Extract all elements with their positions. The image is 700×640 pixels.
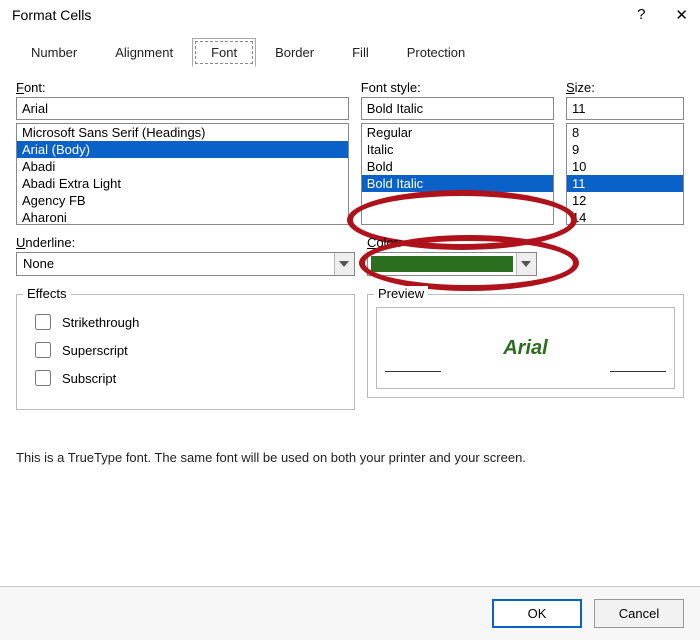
close-button[interactable]: ✕ <box>675 6 688 24</box>
tab-protection[interactable]: Protection <box>388 38 485 67</box>
color-label: Color: <box>367 235 684 250</box>
underline-label: Underline: <box>16 235 355 250</box>
underline-value: None <box>17 253 334 275</box>
font-label: Font: <box>16 80 349 95</box>
superscript-checkbox[interactable] <box>35 342 51 358</box>
subscript-label: Subscript <box>62 371 116 386</box>
list-item[interactable]: Abadi <box>17 158 348 175</box>
superscript-label: Superscript <box>62 343 128 358</box>
strikethrough-label: Strikethrough <box>62 315 139 330</box>
subscript-checkbox[interactable] <box>35 370 51 386</box>
cancel-button[interactable]: Cancel <box>594 599 684 628</box>
tab-fill[interactable]: Fill <box>333 38 388 67</box>
font-listbox[interactable]: Microsoft Sans Serif (Headings) Arial (B… <box>16 123 349 225</box>
list-item[interactable]: 10 <box>567 158 683 175</box>
underline-group: Underline: None <box>16 235 355 276</box>
tab-number[interactable]: Number <box>12 38 96 67</box>
font-style-input[interactable] <box>361 97 554 120</box>
preview-sample-text: Arial <box>503 337 547 360</box>
size-listbox[interactable]: 8 9 10 11 12 14 <box>566 123 684 225</box>
list-item[interactable]: Aharoni <box>17 209 348 225</box>
strikethrough-checkbox[interactable] <box>35 314 51 330</box>
list-item[interactable]: Microsoft Sans Serif (Headings) <box>17 124 348 141</box>
preview-group: Preview Arial <box>367 286 684 410</box>
underline-select[interactable]: None <box>16 252 355 276</box>
button-bar: OK Cancel <box>0 586 700 640</box>
preview-legend: Preview <box>374 286 428 301</box>
tab-border[interactable]: Border <box>256 38 333 67</box>
preview-baseline <box>610 371 666 372</box>
tabs: Number Alignment Font Border Fill Protec… <box>0 28 700 67</box>
effects-group: Effects Strikethrough Superscript Subscr… <box>16 286 355 410</box>
tab-alignment[interactable]: Alignment <box>96 38 192 67</box>
list-item[interactable]: Agency FB <box>17 192 348 209</box>
ok-button[interactable]: OK <box>492 599 582 628</box>
list-item[interactable]: 11 <box>567 175 683 192</box>
list-item[interactable]: Arial (Body) <box>17 141 348 158</box>
effects-legend: Effects <box>23 286 71 301</box>
help-button[interactable]: ? <box>637 6 645 24</box>
color-group: Color: <box>367 235 684 276</box>
list-item[interactable]: 14 <box>567 209 683 225</box>
chevron-down-icon <box>334 253 354 275</box>
font-group: Font: Microsoft Sans Serif (Headings) Ar… <box>16 80 349 225</box>
list-item[interactable]: 8 <box>567 124 683 141</box>
font-description: This is a TrueType font. The same font w… <box>16 450 684 465</box>
size-group: Size: 8 9 10 11 12 14 <box>566 80 684 225</box>
list-item[interactable]: 9 <box>567 141 683 158</box>
list-item[interactable]: 12 <box>567 192 683 209</box>
list-item[interactable]: Italic <box>362 141 553 158</box>
list-item[interactable]: Regular <box>362 124 553 141</box>
preview-box: Arial <box>376 307 675 389</box>
tab-font[interactable]: Font <box>192 38 256 67</box>
format-cells-dialog: Format Cells ? ✕ Number Alignment Font B… <box>0 0 700 640</box>
size-input[interactable] <box>566 97 684 120</box>
preview-baseline <box>385 371 441 372</box>
color-swatch <box>371 256 513 272</box>
dialog-title: Format Cells <box>12 7 91 23</box>
color-select[interactable] <box>367 252 537 276</box>
font-input[interactable] <box>16 97 349 120</box>
list-item[interactable]: Abadi Extra Light <box>17 175 348 192</box>
size-label: Size: <box>566 80 684 95</box>
chevron-down-icon <box>516 253 536 275</box>
font-style-group: Font style: Regular Italic Bold Bold Ita… <box>361 80 554 225</box>
list-item[interactable]: Bold <box>362 158 553 175</box>
font-style-listbox[interactable]: Regular Italic Bold Bold Italic <box>361 123 554 225</box>
titlebar: Format Cells ? ✕ <box>0 0 700 28</box>
list-item[interactable]: Bold Italic <box>362 175 553 192</box>
font-style-label: Font style: <box>361 80 554 95</box>
